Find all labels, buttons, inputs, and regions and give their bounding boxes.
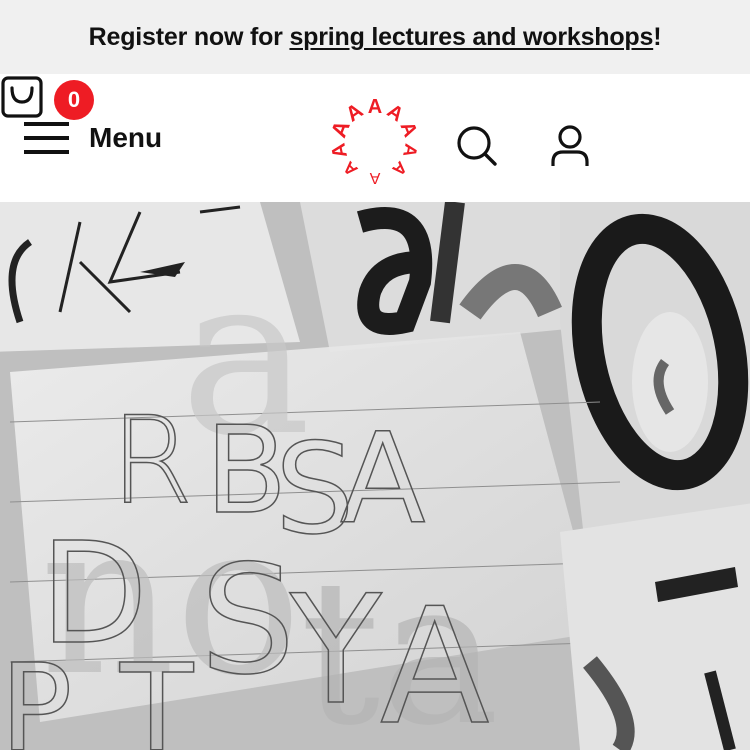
site-header: Menu A A A A A A A A A A 0 — [0, 74, 750, 202]
site-logo[interactable]: A A A A A A A A A A — [325, 96, 425, 190]
svg-text:A: A — [342, 99, 367, 127]
hamburger-icon — [24, 122, 69, 154]
search-icon — [457, 126, 497, 166]
svg-text:A: A — [399, 142, 421, 159]
shopping-bag-icon — [1, 76, 43, 118]
search-button[interactable] — [455, 124, 499, 168]
cart-count-badge: 0 — [54, 80, 94, 120]
svg-text:A: A — [369, 169, 380, 186]
typography-collage: a no ta R B S A D S Y A P T — [0, 202, 750, 750]
svg-text:A: A — [339, 157, 361, 179]
svg-text:A: A — [340, 407, 426, 552]
banner-suffix: ! — [653, 22, 662, 51]
svg-text:A: A — [383, 100, 407, 126]
menu-label: Menu — [89, 122, 163, 153]
svg-text:P: P — [0, 640, 72, 750]
svg-text:T: T — [119, 640, 194, 750]
svg-text:A: A — [395, 119, 421, 141]
hero-image: a no ta R B S A D S Y A P T — [0, 202, 750, 750]
svg-text:S: S — [200, 534, 295, 708]
cart-button[interactable]: 0 — [0, 74, 100, 120]
svg-text:A: A — [380, 573, 489, 750]
svg-text:Y: Y — [289, 564, 382, 738]
announcement-banner: Register now for spring lectures and wor… — [0, 0, 750, 74]
account-button[interactable] — [548, 124, 592, 168]
banner-prefix: Register now for — [88, 22, 283, 51]
menu-button[interactable]: Menu — [24, 118, 162, 158]
user-icon — [551, 125, 589, 166]
svg-text:A: A — [368, 96, 382, 118]
svg-text:A: A — [389, 157, 411, 179]
svg-text:R: R — [110, 392, 193, 531]
banner-link[interactable]: spring lectures and workshops — [289, 23, 653, 52]
svg-text:A: A — [328, 141, 353, 160]
